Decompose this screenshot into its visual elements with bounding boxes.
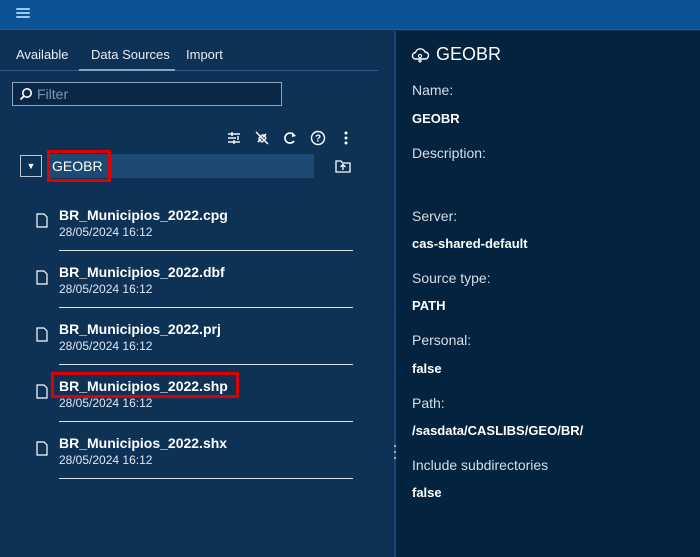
list-item[interactable]: BR_Municipios_2022.dbf 28/05/2024 16:12: [36, 258, 356, 315]
divider: [59, 478, 353, 479]
details-header: GEOBR: [410, 44, 501, 65]
left-panel: Available Data Sources Import Filter ? ▼…: [0, 31, 395, 557]
server-label: Server:: [412, 208, 458, 224]
help-icon[interactable]: ?: [304, 127, 332, 149]
file-date: 28/05/2024 16:12: [59, 225, 153, 239]
file-icon: [36, 441, 48, 456]
red-highlight-box: [51, 372, 239, 398]
filter-box[interactable]: [12, 82, 282, 106]
more-options-icon[interactable]: [332, 127, 360, 149]
file-icon: [36, 213, 48, 228]
name-label: Name:: [412, 82, 454, 98]
tab-bar: Available Data Sources Import: [0, 39, 378, 71]
red-highlight-box: [47, 150, 111, 182]
path-value: /sasdata/CASLIBS/GEO/BR/: [412, 423, 584, 438]
file-icon: [36, 270, 48, 285]
divider: [59, 307, 353, 308]
svg-text:?: ?: [315, 134, 321, 145]
description-label: Description:: [412, 145, 486, 161]
include-subdirectories-label: Include subdirectories: [412, 457, 549, 473]
file-date: 28/05/2024 16:12: [59, 396, 153, 410]
tab-import[interactable]: Import: [186, 47, 223, 62]
active-tab-indicator: [79, 69, 175, 71]
source-type-label: Source type:: [412, 270, 491, 286]
divider: [59, 421, 353, 422]
list-item[interactable]: BR_Municipios_2022.cpg 28/05/2024 16:12: [36, 201, 356, 258]
file-icon: [36, 384, 48, 399]
file-name: BR_Municipios_2022.cpg: [59, 207, 228, 223]
details-title: GEOBR: [436, 44, 502, 64]
file-date: 28/05/2024 16:12: [59, 282, 153, 296]
file-date: 28/05/2024 16:12: [59, 453, 153, 467]
include-subdirectories-value: false: [412, 485, 442, 500]
file-name: BR_Municipios_2022.prj: [59, 321, 221, 337]
server-value: cas-shared-default: [412, 236, 528, 251]
file-name: BR_Municipios_2022.shx: [59, 435, 228, 451]
divider: [59, 364, 353, 365]
name-value: GEOBR: [412, 111, 460, 126]
folder-up-icon[interactable]: [332, 155, 354, 177]
cloud-library-icon: [411, 47, 430, 63]
library-toolbar: ?: [220, 127, 360, 149]
collapse-toggle[interactable]: ▼: [20, 155, 42, 177]
sort-filter-icon[interactable]: [220, 127, 248, 149]
list-item[interactable]: BR_Municipios_2022.prj 28/05/2024 16:12: [36, 315, 356, 372]
hamburger-icon[interactable]: [14, 5, 32, 21]
tab-available[interactable]: Available: [16, 47, 69, 62]
file-name: BR_Municipios_2022.dbf: [59, 264, 225, 280]
personal-value: false: [412, 361, 442, 376]
refresh-icon[interactable]: [276, 127, 304, 149]
tab-data-sources[interactable]: Data Sources: [91, 47, 170, 62]
list-item[interactable]: BR_Municipios_2022.shp 28/05/2024 16:12: [36, 372, 356, 429]
divider: [59, 250, 353, 251]
filter-input[interactable]: [37, 86, 267, 102]
list-item[interactable]: BR_Municipios_2022.shx 28/05/2024 16:12: [36, 429, 356, 486]
details-panel: GEOBR Name: GEOBR Description: Server: c…: [396, 31, 700, 557]
search-icon: [19, 88, 32, 101]
source-type-value: PATH: [412, 298, 446, 313]
personal-label: Personal:: [412, 332, 472, 348]
path-label: Path:: [412, 395, 445, 411]
top-bar: [0, 0, 700, 30]
disconnect-icon[interactable]: [248, 127, 276, 149]
file-date: 28/05/2024 16:12: [59, 339, 153, 353]
file-icon: [36, 327, 48, 342]
